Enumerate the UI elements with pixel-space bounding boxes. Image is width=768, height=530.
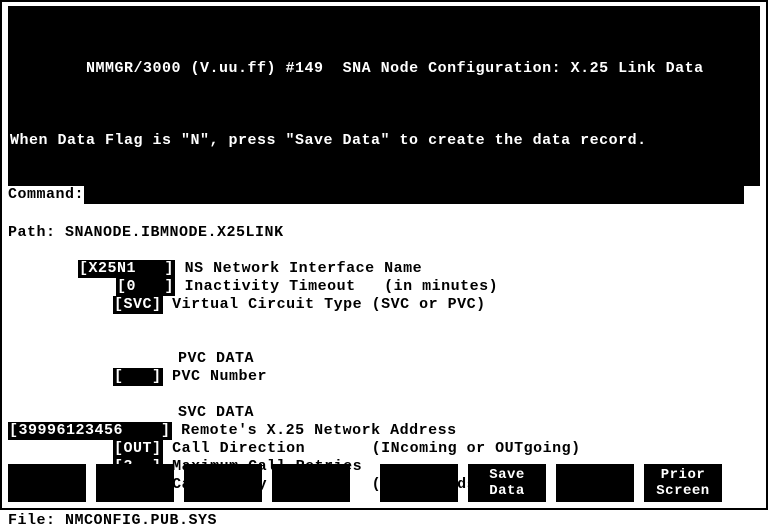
command-row: Command: [8, 186, 760, 204]
ns-if-input[interactable]: [X25N1 ] [78, 260, 175, 278]
screen-title: SNA Node Configuration: X.25 Link Data [343, 60, 704, 77]
app-id: NMMGR/3000 (V.uu.ff) #149 [86, 60, 324, 77]
vctype-label: Virtual Circuit Type [172, 296, 362, 313]
vctype-hint: (SVC or PVC) [372, 296, 486, 313]
path-label: Path: [8, 224, 56, 241]
hint-line: When Data Flag is "N", press "Save Data"… [10, 132, 758, 150]
pvc-number-input[interactable]: [ ] [113, 368, 163, 386]
svc-section-label: SVC DATA [178, 404, 254, 421]
title-bar: NMMGR/3000 (V.uu.ff) #149 SNA Node Confi… [8, 6, 760, 186]
fkey-f2[interactable] [96, 464, 174, 502]
file-label: File: [8, 512, 56, 529]
call-dir-hint: (INcoming or OUTgoing) [372, 440, 581, 457]
remote-addr-label: Remote's X.25 Network Address [181, 422, 457, 439]
inactivity-input[interactable]: [0 ] [116, 278, 175, 296]
fkey-f4[interactable] [272, 464, 350, 502]
path-value: SNANODE.IBMNODE.X25LINK [65, 224, 284, 241]
file-value: NMCONFIG.PUB.SYS [65, 512, 217, 529]
fkey-f3[interactable] [184, 464, 262, 502]
fkey-f1[interactable] [8, 464, 86, 502]
function-key-row: SaveData PriorScreen [8, 464, 760, 502]
command-input[interactable] [84, 186, 744, 204]
fkey-f7[interactable] [556, 464, 634, 502]
command-label: Command: [8, 186, 84, 203]
fkey-prior-screen[interactable]: PriorScreen [644, 464, 722, 502]
call-dir-input[interactable]: [OUT] [113, 440, 163, 458]
call-dir-label: Call Direction [172, 440, 305, 457]
inactivity-hint: (in minutes) [384, 278, 498, 295]
terminal-screen: NMMGR/3000 (V.uu.ff) #149 SNA Node Confi… [0, 0, 768, 510]
pvc-section-label: PVC DATA [178, 350, 254, 367]
fkey-save-data[interactable]: SaveData [468, 464, 546, 502]
ns-if-label: NS Network Interface Name [185, 260, 423, 277]
inactivity-label: Inactivity Timeout [185, 278, 356, 295]
vctype-input[interactable]: [SVC] [113, 296, 163, 314]
fkey-f5[interactable] [380, 464, 458, 502]
remote-addr-input[interactable]: [39996123456 ] [8, 422, 172, 440]
pvc-number-label: PVC Number [172, 368, 267, 385]
